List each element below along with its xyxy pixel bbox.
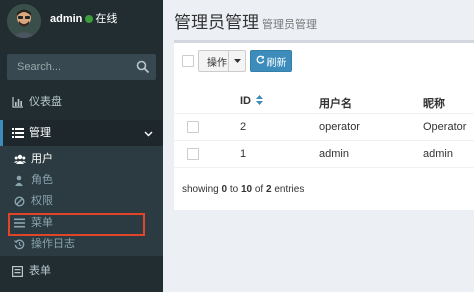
- search-icon[interactable]: [136, 60, 150, 74]
- sidebar-item-forms[interactable]: 表单: [0, 258, 163, 284]
- main-content: 管理员管理 管理员管理 操作 刷新 ID 用户名 昵称 2 operator O…: [163, 0, 474, 292]
- ban-icon: [14, 191, 25, 211]
- sidebar-item-dashboard[interactable]: 仪表盘: [0, 89, 163, 115]
- sidebar-item-label: 用户: [31, 153, 53, 165]
- table-cell-username: admin: [319, 148, 349, 160]
- users-icon: [14, 149, 26, 169]
- history-icon: [14, 234, 25, 254]
- row-divider: [174, 167, 474, 168]
- sidebar-item-label: 表单: [29, 265, 51, 277]
- toolbar-select-checkbox[interactable]: [182, 55, 194, 67]
- pagination-info: showing 0 to 10 of 2 entries: [182, 184, 305, 195]
- sidebar-submenu: 用户 角色 权限 菜单 操作日志: [0, 146, 163, 256]
- caret-down-icon[interactable]: [228, 51, 245, 71]
- username: admin: [50, 13, 83, 25]
- avatar[interactable]: [7, 4, 41, 38]
- table-cell-id: 1: [240, 148, 247, 160]
- table-cell-username: operator: [319, 121, 360, 133]
- sidebar-item-label: 权限: [31, 195, 53, 207]
- user-icon: [14, 170, 24, 190]
- user-panel: admin 在线: [0, 0, 163, 45]
- table-cell-nickname: Operator: [423, 121, 467, 133]
- column-header-username[interactable]: 用户名: [319, 95, 352, 111]
- sort-icon[interactable]: [256, 95, 264, 108]
- sidebar-item-manage[interactable]: 管理: [0, 120, 163, 146]
- refresh-button-label: 刷新: [266, 57, 287, 69]
- sidebar-item-permissions[interactable]: 权限: [0, 191, 163, 211]
- admin-table-box: 操作 刷新 ID 用户名 昵称 2 operator Operator 1 ad…: [174, 40, 474, 210]
- row-divider: [174, 113, 474, 114]
- sidebar-search: [7, 54, 156, 80]
- sidebar-item-users[interactable]: 用户: [0, 149, 163, 169]
- row-divider: [174, 140, 474, 141]
- row-checkbox[interactable]: [187, 121, 199, 133]
- action-dropdown-button[interactable]: 操作: [198, 50, 246, 72]
- row-checkbox[interactable]: [187, 148, 199, 160]
- page-title: 管理员管理: [174, 13, 259, 32]
- sidebar-item-label: 仪表盘: [29, 96, 62, 108]
- refresh-icon: [256, 55, 265, 67]
- list-icon: [12, 120, 24, 146]
- column-header-nickname[interactable]: 昵称: [423, 95, 445, 111]
- bar-chart-icon: [12, 89, 24, 115]
- sidebar-item-operation-log[interactable]: 操作日志: [0, 234, 163, 254]
- sidebar-item-label: 角色: [31, 174, 53, 186]
- online-status-text: 在线: [95, 13, 118, 25]
- column-header-id[interactable]: ID: [240, 95, 264, 108]
- sidebar: admin 在线 仪表盘 管理 用户: [0, 0, 163, 292]
- table-cell-nickname: admin: [423, 148, 453, 160]
- highlight-box: [8, 213, 145, 236]
- search-input[interactable]: [7, 54, 132, 80]
- sidebar-item-label: 管理: [29, 127, 51, 139]
- chevron-down-icon: [144, 120, 153, 146]
- refresh-button[interactable]: 刷新: [250, 50, 292, 72]
- online-status-icon: [85, 15, 94, 23]
- action-button-label: 操作: [207, 57, 227, 69]
- sidebar-item-roles[interactable]: 角色: [0, 170, 163, 190]
- sidebar-item-label: 操作日志: [31, 238, 75, 250]
- page-subtitle: 管理员管理: [262, 19, 317, 31]
- table-cell-id: 2: [240, 121, 247, 133]
- form-icon: [12, 258, 24, 284]
